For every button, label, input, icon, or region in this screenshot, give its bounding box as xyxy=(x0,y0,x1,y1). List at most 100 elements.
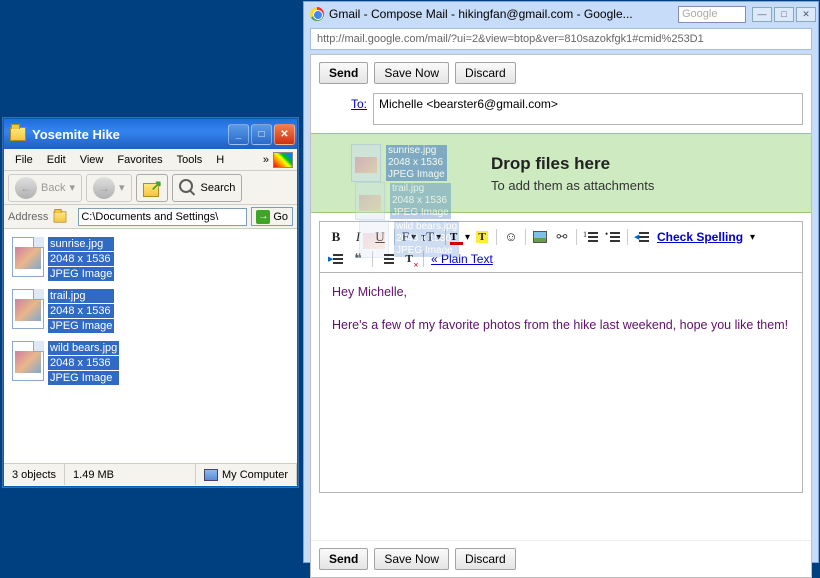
dropdown-icon: ▾ xyxy=(119,181,125,194)
file-name: trail.jpg xyxy=(48,289,114,303)
insert-image-button[interactable] xyxy=(530,227,550,247)
dropdown-icon: ▾ xyxy=(69,181,75,194)
explorer-title: Yosemite Hike xyxy=(32,127,226,142)
minimize-button[interactable]: _ xyxy=(228,124,249,145)
save-now-button[interactable]: Save Now xyxy=(374,548,449,570)
insert-link-button[interactable]: ⚯ xyxy=(552,227,572,247)
file-kind: JPEG Image xyxy=(48,319,114,333)
body-line: Here's a few of my favorite photos from … xyxy=(332,316,790,335)
compose-panel: Send Save Now Discard To: Michelle <bear… xyxy=(310,54,812,578)
file-pane[interactable]: sunrise.jpg 2048 x 1536 JPEG Image trail… xyxy=(4,229,297,463)
body-line: Hey Michelle, xyxy=(332,283,790,302)
chrome-icon xyxy=(310,7,324,21)
menu-overflow-icon[interactable]: » xyxy=(259,154,273,166)
status-size: 1.49 MB xyxy=(65,464,196,485)
url-text: http://mail.google.com/mail/?ui=2&view=b… xyxy=(317,33,704,45)
file-kind: JPEG Image xyxy=(48,371,119,385)
omnibox-search[interactable] xyxy=(678,6,746,23)
bold-button[interactable]: B xyxy=(326,227,346,247)
file-kind: JPEG Image xyxy=(48,267,114,281)
underline-button[interactable]: U xyxy=(370,227,390,247)
go-arrow-icon: → xyxy=(256,210,270,224)
up-button[interactable] xyxy=(136,174,168,202)
up-folder-icon xyxy=(143,179,161,197)
plain-text-link[interactable]: « Plain Text xyxy=(428,252,496,266)
file-name: sunrise.jpg xyxy=(48,237,114,251)
discard-button[interactable]: Discard xyxy=(455,62,516,84)
file-dimensions: 2048 x 1536 xyxy=(48,356,119,370)
to-label[interactable]: To: xyxy=(311,93,373,111)
indent-more-button[interactable] xyxy=(326,249,346,269)
close-button[interactable]: ✕ xyxy=(796,7,816,22)
text-color-button[interactable]: T▾ xyxy=(450,227,470,247)
explorer-toolbar: ← Back ▾ → ▾ Search xyxy=(4,171,297,205)
folder-icon xyxy=(10,127,26,141)
font-size-button[interactable]: τT▾ xyxy=(421,227,441,247)
send-button[interactable]: Send xyxy=(319,548,368,570)
emoji-button[interactable]: ☺ xyxy=(501,227,521,247)
top-button-row: Send Save Now Discard xyxy=(311,55,811,91)
explorer-titlebar[interactable]: Yosemite Hike _ □ ✕ xyxy=(4,119,297,149)
maximize-button[interactable]: □ xyxy=(774,7,794,22)
menu-edit[interactable]: Edit xyxy=(40,151,73,169)
file-name: wild bears.jpg xyxy=(48,341,119,355)
bottom-button-row: Send Save Now Discard xyxy=(311,540,811,577)
windows-flag-icon[interactable] xyxy=(273,152,293,168)
file-item[interactable]: sunrise.jpg 2048 x 1536 JPEG Image xyxy=(12,237,289,281)
file-item[interactable]: wild bears.jpg 2048 x 1536 JPEG Image xyxy=(12,341,289,385)
chrome-titlebar[interactable]: Gmail - Compose Mail - hikingfan@gmail.c… xyxy=(304,2,818,26)
explorer-menu: File Edit View Favorites Tools H » xyxy=(4,149,297,171)
address-input[interactable] xyxy=(78,208,247,226)
computer-icon xyxy=(204,469,218,481)
bulleted-list-button[interactable] xyxy=(603,227,623,247)
window-title: Gmail - Compose Mail - hikingfan@gmail.c… xyxy=(329,7,678,21)
drop-title: Drop files here xyxy=(491,154,654,174)
back-button[interactable]: ← Back ▾ xyxy=(8,174,82,202)
italic-button[interactable]: I xyxy=(348,227,368,247)
address-bar[interactable]: http://mail.google.com/mail/?ui=2&view=b… xyxy=(310,28,812,50)
address-label: Address xyxy=(8,211,48,223)
minimize-button[interactable]: — xyxy=(752,7,772,22)
drop-zone[interactable]: sunrise.jpg 2048 x 1536 JPEG Image trail… xyxy=(311,133,811,213)
forward-arrow-icon: → xyxy=(93,177,115,199)
menu-favorites[interactable]: Favorites xyxy=(110,151,169,169)
menu-tools[interactable]: Tools xyxy=(170,151,210,169)
image-file-icon xyxy=(12,237,44,277)
font-family-button[interactable]: F▾ xyxy=(399,227,419,247)
numbered-list-button[interactable] xyxy=(581,227,601,247)
chrome-window: Gmail - Compose Mail - hikingfan@gmail.c… xyxy=(303,1,819,563)
menu-help[interactable]: H xyxy=(209,151,231,169)
message-body[interactable]: Hey Michelle, Here's a few of my favorit… xyxy=(319,273,803,493)
file-dimensions: 2048 x 1536 xyxy=(48,252,114,266)
search-button[interactable]: Search xyxy=(172,174,243,202)
menu-file[interactable]: File xyxy=(8,151,40,169)
send-button[interactable]: Send xyxy=(319,62,368,84)
remove-format-button[interactable]: T xyxy=(399,249,419,269)
folder-icon xyxy=(54,211,67,222)
go-button[interactable]: → Go xyxy=(251,207,293,226)
menu-view[interactable]: View xyxy=(73,151,111,169)
back-arrow-icon: ← xyxy=(15,177,37,199)
indent-less-button[interactable] xyxy=(632,227,652,247)
align-left-button[interactable] xyxy=(377,249,397,269)
check-spelling-link[interactable]: Check Spelling xyxy=(654,230,746,244)
explorer-window: Yosemite Hike _ □ ✕ File Edit View Favor… xyxy=(3,118,298,487)
highlight-button[interactable]: T xyxy=(472,227,492,247)
drop-subtitle: To add them as attachments xyxy=(491,178,654,193)
discard-button[interactable]: Discard xyxy=(455,548,516,570)
close-button[interactable]: ✕ xyxy=(274,124,295,145)
status-objects: 3 objects xyxy=(4,464,65,485)
format-toolbar: B I U F▾ τT▾ T▾ T ☺ ⚯ Check Spelling▾ xyxy=(319,221,803,273)
to-field[interactable]: Michelle <bearster6@gmail.com> xyxy=(373,93,803,125)
file-dimensions: 2048 x 1536 xyxy=(48,304,114,318)
status-location: My Computer xyxy=(196,464,297,485)
quote-button[interactable]: ❝ xyxy=(348,249,368,269)
search-icon xyxy=(179,179,197,197)
save-now-button[interactable]: Save Now xyxy=(374,62,449,84)
forward-button[interactable]: → ▾ xyxy=(86,174,132,202)
file-item[interactable]: trail.jpg 2048 x 1536 JPEG Image xyxy=(12,289,289,333)
to-row: To: Michelle <bearster6@gmail.com> xyxy=(311,91,811,127)
maximize-button[interactable]: □ xyxy=(251,124,272,145)
address-bar: Address → Go xyxy=(4,205,297,229)
image-file-icon xyxy=(12,341,44,381)
